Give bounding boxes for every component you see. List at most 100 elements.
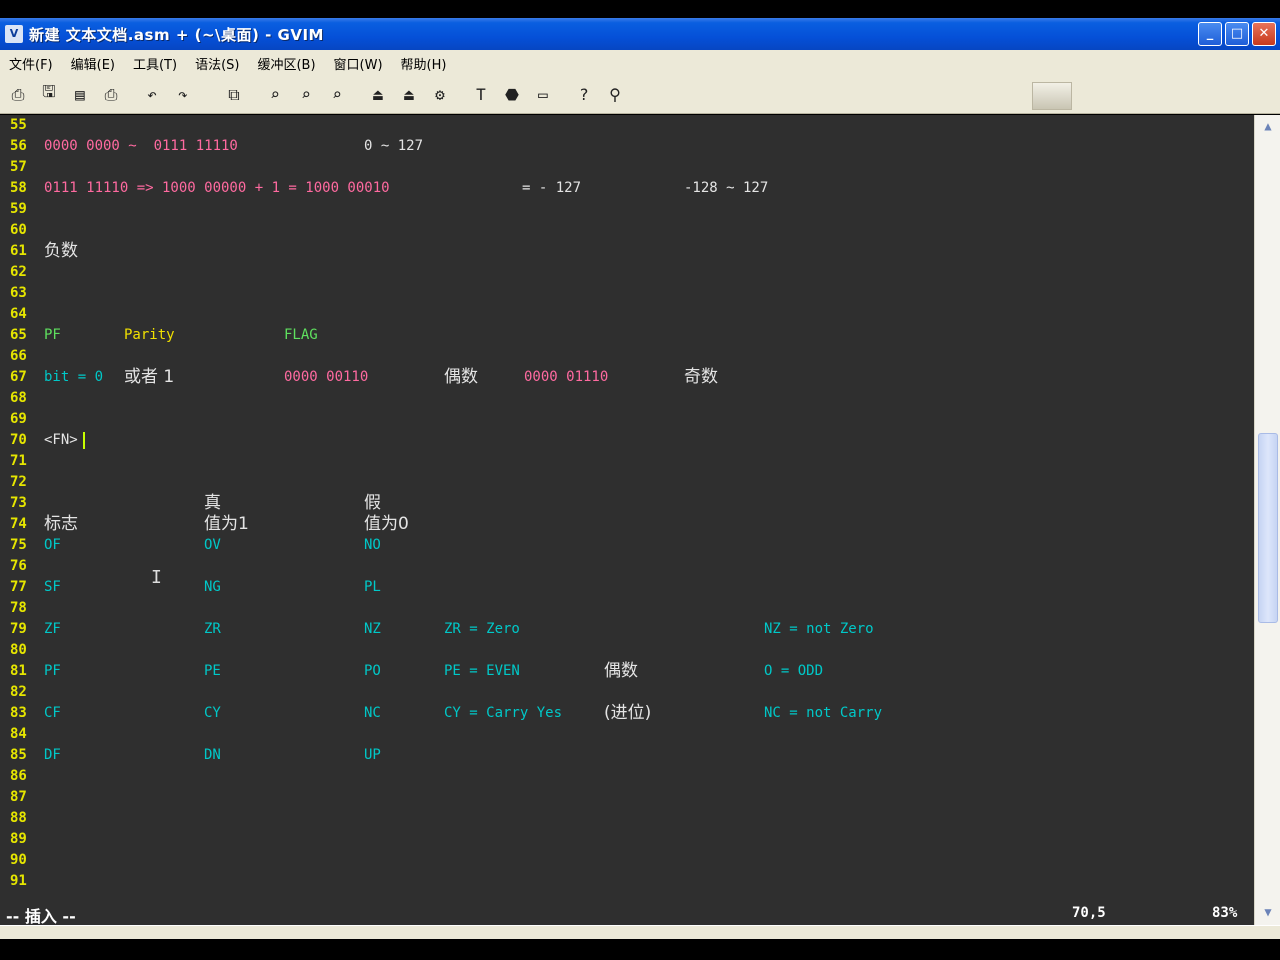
code-text: UP (364, 747, 381, 763)
find-prev-icon[interactable]: ⌕ (325, 83, 349, 107)
minimize-button[interactable]: _ (1198, 22, 1222, 46)
run-script-icon[interactable]: ⚙ (428, 83, 452, 107)
editor-line[interactable]: 78 (0, 598, 1254, 619)
line-number: 75 (10, 537, 27, 553)
editor-line[interactable]: 66 (0, 346, 1254, 367)
menu-item-1[interactable]: 编辑(E) (62, 54, 124, 73)
scroll-down-icon[interactable]: ▼ (1259, 905, 1277, 919)
editor-line[interactable]: 61 负数 (0, 241, 1254, 262)
editor-line[interactable]: 68 (0, 388, 1254, 409)
editor-line[interactable]: 60 (0, 220, 1254, 241)
maximize-button[interactable]: □ (1225, 22, 1249, 46)
editor-line[interactable]: 89 (0, 829, 1254, 850)
code-text: 值为0 (364, 514, 409, 534)
title-bar[interactable]: V 新建 文本文档.asm + (~\桌面) - GVIM _ □ ✕ (0, 18, 1280, 50)
editor-line[interactable]: 83 CF CY NC CY = Carry Yes (进位) NC = not Carry (0, 703, 1254, 724)
editor-line[interactable]: 88 (0, 808, 1254, 829)
make-icon[interactable]: T (469, 83, 493, 107)
editor-line[interactable]: 67 bit = 0 或者 1 0000 00110 偶数 0000 01110 奇数 (0, 367, 1254, 388)
editor-line[interactable]: 74 标志 值为1 值为0 (0, 514, 1254, 535)
code-text: 0000 0000 ~ 0111 11110 (44, 138, 238, 154)
code-text: O = ODD (764, 663, 824, 679)
editor-line[interactable]: 87 (0, 787, 1254, 808)
gvim-icon[interactable]: V (5, 25, 23, 43)
editor-line[interactable]: 82 (0, 682, 1254, 703)
editor-line[interactable]: 63 (0, 283, 1254, 304)
editor-line[interactable]: 80 (0, 640, 1254, 661)
vertical-scrollbar[interactable]: ▲ ▼ (1254, 115, 1280, 925)
editor-line[interactable]: 57 (0, 157, 1254, 178)
code-text: CF (44, 705, 61, 721)
find-next-icon[interactable]: ⌕ (294, 83, 318, 107)
menu-item-5[interactable]: 窗口(W) (325, 54, 392, 73)
editor-line[interactable]: 90 (0, 850, 1254, 871)
editor-line[interactable]: 65 PF Parity FLAG (0, 325, 1254, 346)
line-number: 63 (10, 285, 27, 301)
editor-line[interactable]: 71 (0, 451, 1254, 472)
menu-item-3[interactable]: 语法(S) (186, 54, 248, 73)
code-text: OV (204, 537, 221, 553)
close-button[interactable]: ✕ (1252, 22, 1276, 46)
editor-line[interactable]: 72 (0, 472, 1254, 493)
save-all-icon[interactable]: ▤ (68, 83, 92, 107)
code-text: NG (204, 579, 221, 595)
open-icon[interactable]: ⎙ (6, 83, 30, 107)
line-number: 85 (10, 747, 27, 763)
code-text: 奇数 (684, 367, 718, 387)
line-number: 71 (10, 453, 27, 469)
tag-icon[interactable]: ▭ (531, 83, 555, 107)
line-number: 81 (10, 663, 27, 679)
save-icon[interactable]: 🖫 (37, 82, 61, 107)
toolbar-grip[interactable] (1032, 82, 1072, 110)
code-text: 真 (204, 493, 221, 513)
editor-line[interactable]: 59 (0, 199, 1254, 220)
editor-line[interactable]: 62 (0, 262, 1254, 283)
help-icon[interactable]: ? (572, 83, 596, 107)
copy-icon[interactable]: ⧉ (222, 83, 246, 107)
code-text: PO (364, 663, 381, 679)
editor-line[interactable]: 58 0111 11110 => 1000 00000 + 1 = 1000 00… (0, 178, 1254, 199)
editor-line[interactable]: 70 <FN> (0, 430, 1254, 451)
editor-line[interactable]: 79 ZF ZR NZ ZR = Zero NZ = not Zero (0, 619, 1254, 640)
editor-line[interactable]: 86 (0, 766, 1254, 787)
menu-item-6[interactable]: 帮助(H) (392, 54, 456, 73)
load-session-icon[interactable]: ⏏ (366, 83, 390, 107)
save-session-icon[interactable]: ⏏ (397, 83, 421, 107)
editor-line[interactable]: 91 (0, 871, 1254, 892)
editor-line[interactable]: 75 OF OV NO (0, 535, 1254, 556)
print-icon[interactable]: ⎙ (99, 83, 123, 107)
editor-line[interactable]: 73 真 假 (0, 493, 1254, 514)
scroll-up-icon[interactable]: ▲ (1259, 119, 1277, 133)
menu-item-0[interactable]: 文件(F) (0, 54, 62, 73)
code-text: 0111 11110 => 1000 00000 + 1 = 1000 0001… (44, 180, 390, 196)
scrollbar-thumb[interactable] (1258, 433, 1278, 623)
editor-line[interactable]: 81 PF PE PO PE = EVEN 偶数 O = ODD (0, 661, 1254, 682)
code-text: bit = 0 (44, 369, 104, 385)
editor-line[interactable]: 84 (0, 724, 1254, 745)
undo-icon[interactable]: ↶ (140, 83, 164, 107)
line-number: 86 (10, 768, 27, 784)
line-number: 90 (10, 852, 27, 868)
editor-line[interactable]: 55 (0, 115, 1254, 136)
shell-icon[interactable]: ⬣ (500, 83, 524, 107)
editor-line[interactable]: 56 0000 0000 ~ 0111 11110 0 ~ 127 (0, 136, 1254, 157)
code-text: DF (44, 747, 61, 763)
find-icon[interactable]: ⌕ (263, 83, 287, 107)
editor-line[interactable]: 64 (0, 304, 1254, 325)
code-text: PL (364, 579, 381, 595)
line-number: 62 (10, 264, 27, 280)
line-number: 57 (10, 159, 27, 175)
editor-line[interactable]: 77 SF NG PL (0, 577, 1254, 598)
menu-item-2[interactable]: 工具(T) (124, 54, 186, 73)
line-number: 88 (10, 810, 27, 826)
redo-icon[interactable]: ↷ (171, 83, 195, 107)
editor-line[interactable]: 85 DF DN UP (0, 745, 1254, 766)
editor-line[interactable]: 69 (0, 409, 1254, 430)
text-editor[interactable]: I 55 56 0000 0000 ~ 0111 11110 0 ~ 127 57 58 0… (0, 115, 1254, 925)
code-text: DN (204, 747, 221, 763)
menu-item-4[interactable]: 缓冲区(B) (248, 54, 324, 73)
line-number: 60 (10, 222, 27, 238)
find-help-icon[interactable]: ⚲ (603, 83, 627, 107)
code-text: FLAG (284, 327, 318, 343)
editor-line[interactable]: 76 (0, 556, 1254, 577)
